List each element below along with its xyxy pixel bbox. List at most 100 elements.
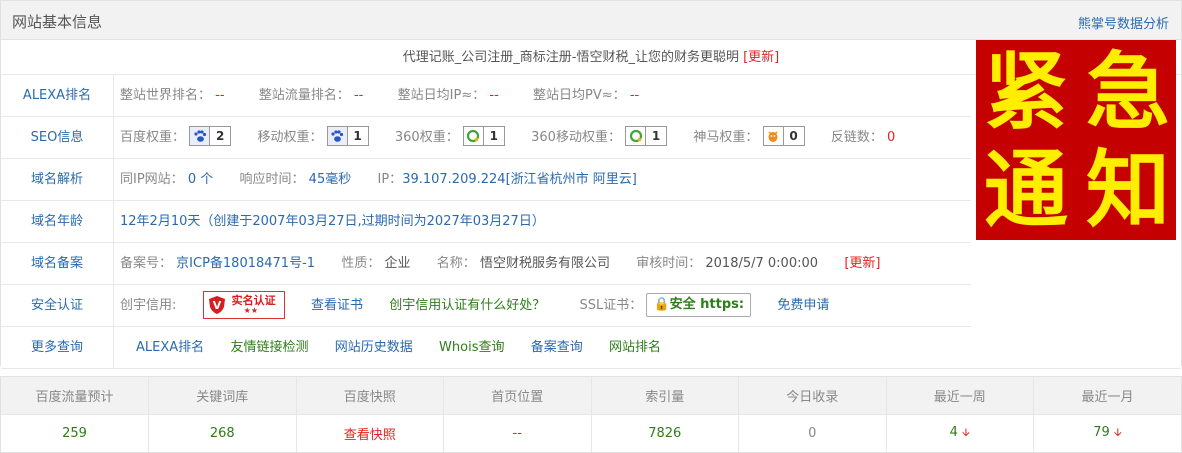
s360-mobile-weight-value: 1 xyxy=(651,129,661,143)
view-cert-link[interactable]: 查看证书 xyxy=(311,298,363,313)
alexa-world-label: 整站世界排名： xyxy=(120,88,212,103)
alexa-ip-label: 整站日均IP≈： xyxy=(397,88,486,103)
response-time-value: 45毫秒 xyxy=(308,172,352,187)
panel-title: 网站基本信息 xyxy=(12,13,103,31)
mobile-weight-label: 移动权重： xyxy=(257,130,323,145)
security-row-content: 创宇信用: V 实名认证 ★★ 查看证书 创宇信用认证有什么好处？ SSL证书：… xyxy=(120,285,829,326)
realname-cert-badge[interactable]: V 实名认证 ★★ xyxy=(202,290,285,319)
icp-row: 域名备案 备案号： 京ICP备18018471号-1 性质： 企业 名称： 悟空… xyxy=(1,243,971,285)
mobile-weight-badge[interactable]: 1 xyxy=(326,126,369,146)
shenma-weight-badge[interactable]: 0 xyxy=(762,126,805,146)
baidu-weight-badge[interactable]: 2 xyxy=(189,126,232,146)
icp-refresh-link[interactable]: [更新] xyxy=(844,256,880,271)
stats-header-month: 最近一月 xyxy=(1033,377,1181,414)
more-query-row: 更多查询 ALEXA排名 友情链接检测 网站历史数据 Whois查询 备案查询 … xyxy=(1,327,1181,369)
stats-index-value[interactable]: 7826 xyxy=(591,413,739,452)
alexa-row: ALEXA排名 整站世界排名： -- 整站流量排名： -- 整站日均IP≈： -… xyxy=(1,75,971,117)
icp-audit-label: 审核时间： xyxy=(636,256,702,271)
dns-row-content: 同IP网站： 0 个 响应时间： 45毫秒 IP：39.107.209.224[… xyxy=(120,159,637,200)
s360-weight-label: 360权重： xyxy=(394,130,459,145)
stats-today-value: 0 xyxy=(738,413,887,452)
alexa-traffic-label: 整站流量排名： xyxy=(258,88,350,103)
notice-char-4: 知 xyxy=(1086,141,1171,239)
ssl-secure-badge[interactable]: 🔒安全 https: xyxy=(646,292,752,317)
site-title: 代理记账_公司注册_商标注册-悟空财税_让您的财务更聪明 xyxy=(402,50,739,65)
same-ip-value[interactable]: 0 个 xyxy=(188,172,213,187)
lock-icon: 🔒 xyxy=(653,296,670,312)
more-link-rank[interactable]: 网站排名 xyxy=(609,340,661,355)
site-title-refresh-link[interactable]: [更新] xyxy=(743,50,779,65)
stats-header-keywords: 关键词库 xyxy=(148,377,297,414)
alexa-pv-label: 整站日均PV≈： xyxy=(533,88,626,103)
seo-row-label: SEO信息 xyxy=(1,117,114,158)
ip-value-link[interactable]: 39.107.209.224[浙江省杭州市 阿里云] xyxy=(402,172,637,187)
security-row-label: 安全认证 xyxy=(1,285,114,326)
mobile-weight-value: 1 xyxy=(353,129,362,143)
more-link-friend-links[interactable]: 友情链接检测 xyxy=(230,340,308,355)
free-apply-link[interactable]: 免费申请 xyxy=(777,298,829,313)
baidu-weight-value: 2 xyxy=(215,129,225,143)
xiongzhang-analysis-link[interactable]: 熊掌号数据分析 xyxy=(1078,13,1169,32)
stats-baidu-traffic-value[interactable]: 259 xyxy=(1,413,149,452)
s360-mobile-weight-label: 360移动权重： xyxy=(531,130,621,145)
domain-age-row: 域名年龄 12年2月10天（创建于2007年03月27日,过期时间为2027年0… xyxy=(1,201,971,243)
shenma-weight-value: 0 xyxy=(789,129,798,143)
backlinks-value[interactable]: 0 xyxy=(887,130,895,145)
more-query-links: ALEXA排名 友情链接检测 网站历史数据 Whois查询 备案查询 网站排名 xyxy=(136,327,661,368)
more-link-alexa[interactable]: ALEXA排名 xyxy=(136,340,204,355)
stats-header-week: 最近一周 xyxy=(886,377,1034,414)
s360-mobile-icon xyxy=(626,127,647,145)
credit-benefit-link[interactable]: 创宇信用认证有什么好处？ xyxy=(389,298,545,313)
stats-snapshot-link[interactable]: 查看快照 xyxy=(296,413,444,452)
stats-header-snapshot: 百度快照 xyxy=(296,377,444,414)
stats-week-cell[interactable]: 4 🡫 xyxy=(886,413,1034,452)
same-ip-label: 同IP网站： xyxy=(120,172,184,187)
notice-char-1: 紧 xyxy=(984,43,1069,141)
s360-weight-value: 1 xyxy=(489,129,499,143)
alexa-pv-value: -- xyxy=(629,88,640,103)
s360-mobile-weight-badge[interactable]: 1 xyxy=(625,126,668,146)
traffic-stats-table: 百度流量预计 关键词库 百度快照 首页位置 索引量 今日收录 最近一周 最近一月… xyxy=(0,376,1182,453)
icp-name-label: 名称： xyxy=(436,256,476,271)
down-arrow-icon: 🡫 xyxy=(1113,425,1122,439)
baidu-weight-label: 百度权重： xyxy=(120,130,186,145)
alexa-row-label: ALEXA排名 xyxy=(1,75,114,116)
icp-row-content: 备案号： 京ICP备18018471号-1 性质： 企业 名称： 悟空财税服务有… xyxy=(120,243,880,284)
stats-home-position-value: -- xyxy=(443,413,592,452)
shenma-icon xyxy=(763,127,784,145)
s360-weight-badge[interactable]: 1 xyxy=(462,126,505,146)
icp-type-label: 性质： xyxy=(341,256,381,271)
svg-text:V: V xyxy=(212,299,221,312)
more-link-whois[interactable]: Whois查询 xyxy=(439,340,504,355)
icp-name-value: 悟空财税服务有限公司 xyxy=(479,256,610,271)
domain-age-value[interactable]: 12年2月10天（创建于2007年03月27日,过期时间为2027年03月27日… xyxy=(120,214,545,229)
alexa-row-content: 整站世界排名： -- 整站流量排名： -- 整站日均IP≈： -- 整站日均PV… xyxy=(120,75,639,116)
seo-row: SEO信息 百度权重： 2 移动权重： 1 360权重： 1 360移动权重： … xyxy=(1,117,971,159)
stats-header-today: 今日收录 xyxy=(738,377,887,414)
icp-audit-value: 2018/5/7 0:00:00 xyxy=(705,256,819,271)
stats-keywords-value[interactable]: 268 xyxy=(148,413,297,452)
stats-month-cell[interactable]: 79 🡫 xyxy=(1033,413,1181,452)
baidu-mobile-paw-icon xyxy=(327,127,348,145)
alexa-ip-value: -- xyxy=(489,88,499,103)
credit-label: 创宇信用: xyxy=(120,298,177,313)
stats-week-value: 4 xyxy=(949,424,958,440)
urgent-notice-banner[interactable]: 紧 急 通 知 xyxy=(976,40,1176,240)
notice-char-2: 急 xyxy=(1086,43,1171,141)
stats-value-row: 259 268 查看快照 -- 7826 0 4 🡫 79 🡫 xyxy=(1,413,1181,452)
ip-label: IP： xyxy=(377,172,403,187)
more-query-label: 更多查询 xyxy=(1,327,114,368)
icp-row-label: 域名备案 xyxy=(1,243,114,284)
ssl-badge-text: 安全 https: xyxy=(669,296,745,312)
alexa-traffic-value: -- xyxy=(353,88,364,103)
stats-header-row: 百度流量预计 关键词库 百度快照 首页位置 索引量 今日收录 最近一周 最近一月 xyxy=(1,377,1181,414)
domain-age-label: 域名年龄 xyxy=(1,201,114,242)
alexa-world-value: -- xyxy=(215,88,225,103)
icp-no-label: 备案号： xyxy=(120,256,173,271)
stats-header-index: 索引量 xyxy=(591,377,739,414)
more-link-icp[interactable]: 备案查询 xyxy=(531,340,583,355)
icp-no-value[interactable]: 京ICP备18018471号-1 xyxy=(176,256,315,271)
s360-icon xyxy=(463,127,484,145)
security-row: 安全认证 创宇信用: V 实名认证 ★★ 查看证书 创宇信用认证有什么好处？ S… xyxy=(1,285,971,327)
more-link-history[interactable]: 网站历史数据 xyxy=(335,340,413,355)
